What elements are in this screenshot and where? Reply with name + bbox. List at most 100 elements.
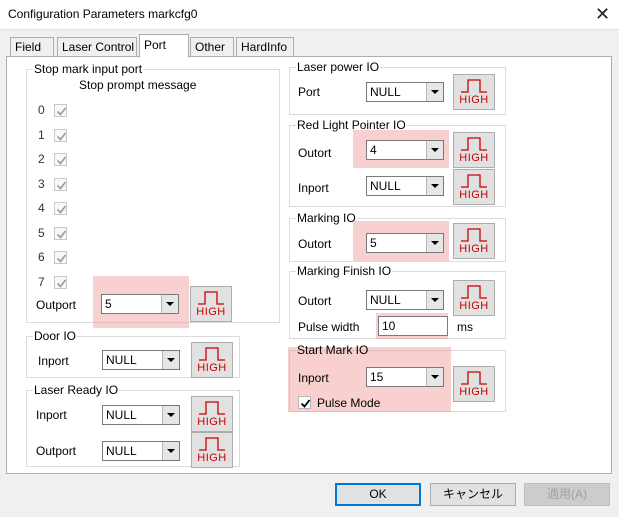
tab-port[interactable]: Port [139, 34, 189, 58]
door-inport-select[interactable]: NULL [102, 350, 180, 370]
chevron-down-icon [161, 295, 178, 313]
ok-button[interactable]: OK [335, 483, 421, 506]
pulse-high-icon [461, 137, 487, 151]
pulse-width-input[interactable]: 10 [378, 316, 448, 336]
stop-outport-label: Outport [36, 298, 77, 312]
marking-finish-legend: Marking Finish IO [296, 264, 393, 278]
tab-other[interactable]: Other [190, 37, 234, 57]
pulse-high-icon [198, 291, 224, 305]
laser-ready-outport-high-button[interactable]: HIGH [191, 432, 233, 468]
stop-port-checkbox[interactable] [54, 251, 67, 264]
start-mark-io-group: Start Mark IO Inport 15 HIGH Pulse Mode [288, 343, 506, 412]
pulse-high-icon [199, 437, 225, 451]
red-light-inport-high-button[interactable]: HIGH [453, 169, 495, 205]
marking-io-group: Marking IO Outort 5 HIGH [289, 211, 506, 262]
stop-port-number: 7 [38, 274, 45, 289]
laser-ready-inport-high-button[interactable]: HIGH [191, 396, 233, 432]
red-light-io-group: Red Light Pointer IO Outort 4 HIGH Inpor… [289, 118, 506, 207]
pulse-width-label: Pulse width [298, 320, 360, 334]
red-light-outport-label: Outort [298, 146, 332, 160]
stop-port-number: 4 [38, 201, 45, 215]
checkmark-icon [56, 279, 67, 288]
marking-io-legend: Marking IO [296, 211, 357, 225]
stop-port-checkbox[interactable] [54, 177, 67, 191]
start-mark-high-button[interactable]: HIGH [453, 366, 495, 402]
pulse-mode-label: Pulse Mode [317, 396, 381, 410]
start-mark-inport-select[interactable]: 15 [366, 367, 444, 387]
stop-port-checkbox[interactable] [54, 128, 67, 142]
stop-port-number: 6 [38, 250, 45, 264]
stop-port-checkbox[interactable] [54, 226, 67, 240]
stop-mark-group: Stop mark input port Stop prompt message… [26, 62, 280, 328]
stop-port-number: 3 [38, 176, 45, 191]
laser-ready-outport-select[interactable]: NULL [102, 441, 180, 461]
close-icon[interactable]: ✕ [586, 0, 619, 30]
chevron-down-icon [426, 177, 443, 195]
pulse-high-icon [461, 228, 487, 242]
laser-ready-io-group: Laser Ready IO Inport NULL HIGH Outport … [26, 383, 240, 468]
stop-port-checkbox[interactable] [54, 275, 67, 289]
red-light-outport-select[interactable]: 4 [366, 140, 444, 160]
red-light-inport-label: Inport [298, 181, 329, 195]
door-io-legend: Door IO [33, 329, 78, 343]
cancel-button[interactable]: キャンセル [430, 483, 516, 506]
checkmark-icon [56, 254, 67, 263]
door-io-group: Door IO Inport NULL HIGH [26, 329, 240, 378]
laser-power-legend: Laser power IO [296, 60, 381, 74]
red-light-outport-high-button[interactable]: HIGH [453, 132, 495, 168]
stop-port-checkbox[interactable] [54, 202, 67, 215]
stop-outport-high-button[interactable]: HIGH [190, 286, 232, 322]
marking-finish-io-group: Marking Finish IO Outort NULL HIGH Pulse… [289, 264, 506, 339]
laser-power-port-select[interactable]: NULL [366, 82, 444, 102]
chevron-down-icon [162, 442, 179, 460]
marking-finish-high-button[interactable]: HIGH [453, 280, 495, 316]
checkmark-icon [56, 181, 67, 190]
checkmark-icon [56, 156, 67, 165]
checkmark-icon [56, 107, 67, 116]
pulse-high-icon [199, 401, 225, 415]
pulse-high-icon [461, 79, 487, 93]
stop-port-number: 2 [38, 152, 45, 166]
marking-outport-select[interactable]: 5 [366, 233, 444, 253]
stop-port-number: 1 [38, 127, 45, 142]
marking-finish-outport-select[interactable]: NULL [366, 290, 444, 310]
chevron-down-icon [426, 368, 443, 386]
stop-port-checkbox[interactable] [54, 104, 67, 117]
stop-port-number: 5 [38, 225, 45, 240]
window-title: Configuration Parameters markcfg0 [8, 7, 198, 21]
apply-button[interactable]: 適用(A) [524, 483, 610, 506]
laser-ready-legend: Laser Ready IO [33, 383, 120, 397]
pulse-high-icon [199, 347, 225, 361]
start-mark-legend: Start Mark IO [297, 343, 369, 357]
laser-ready-outport-label: Outport [36, 444, 77, 458]
pulse-high-icon [461, 174, 487, 188]
pulse-high-icon [461, 371, 487, 385]
door-inport-label: Inport [38, 354, 69, 368]
chevron-down-icon [162, 351, 179, 369]
marking-high-button[interactable]: HIGH [453, 223, 495, 259]
checkmark-icon [300, 399, 311, 408]
stop-port-checkbox[interactable] [54, 153, 67, 166]
chevron-down-icon [426, 141, 443, 159]
tab-hardinfo[interactable]: HardInfo [236, 37, 294, 57]
stop-port-number: 0 [38, 103, 45, 117]
marking-outport-label: Outort [298, 237, 332, 251]
tab-field[interactable]: Field [10, 37, 54, 57]
checkmark-icon [56, 205, 67, 214]
door-high-button[interactable]: HIGH [191, 342, 233, 378]
port-tab-panel: Stop mark input port Stop prompt message… [6, 56, 612, 474]
laser-power-high-button[interactable]: HIGH [453, 74, 495, 110]
laser-ready-inport-select[interactable]: NULL [102, 405, 180, 425]
checkmark-icon [56, 230, 67, 239]
laser-power-io-group: Laser power IO Port NULL HIGH [289, 60, 506, 115]
chevron-down-icon [426, 234, 443, 252]
pulse-mode-checkbox[interactable] [298, 396, 311, 409]
stop-prompt-header: Stop prompt message [79, 78, 197, 92]
laser-power-port-label: Port [298, 85, 321, 99]
title-bar: Configuration Parameters markcfg0 ✕ [0, 0, 619, 30]
stop-outport-select[interactable]: 5 [101, 294, 179, 314]
pulse-high-icon [461, 285, 487, 299]
red-light-inport-select[interactable]: NULL [366, 176, 444, 196]
pulse-width-unit: ms [457, 320, 473, 334]
tab-laser-control[interactable]: Laser Control [57, 37, 137, 57]
